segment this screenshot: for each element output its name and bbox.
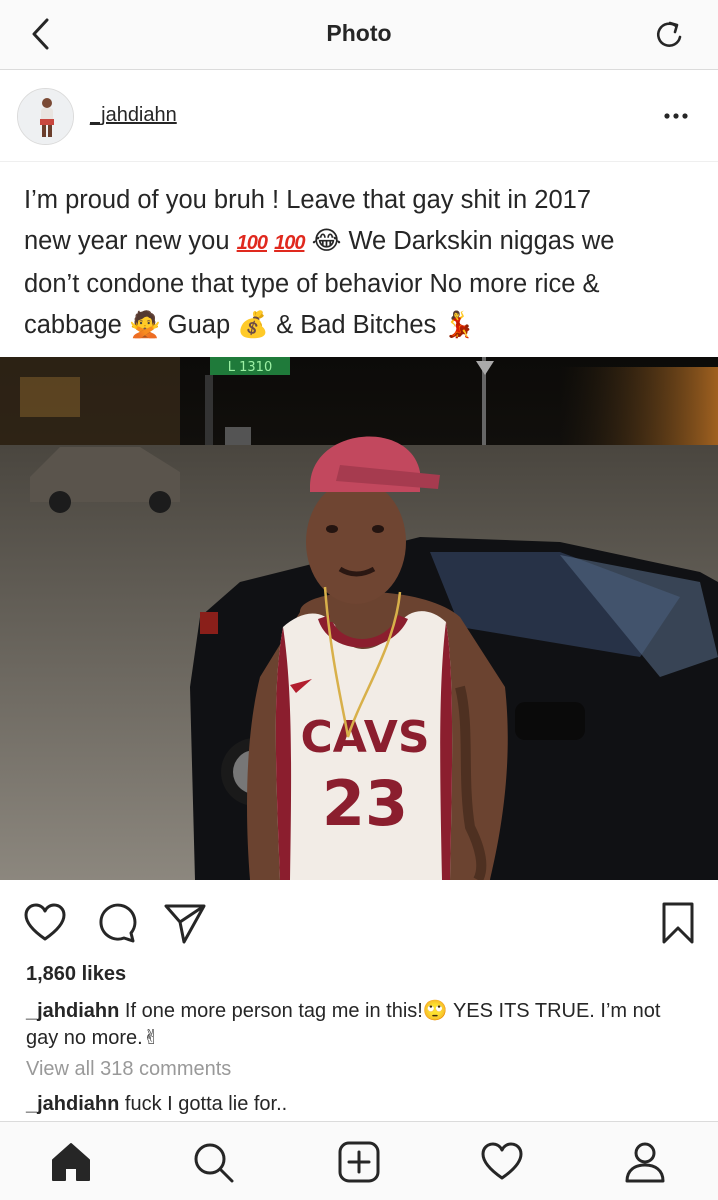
caption-line: We Darkskin niggas we (341, 227, 615, 255)
bookmark-icon[interactable] (655, 900, 701, 946)
more-horizontal-icon[interactable] (658, 101, 694, 131)
victory-hand-emoji-icon: ✌ (142, 1025, 160, 1049)
post-username[interactable]: _jahdiahn (90, 104, 177, 127)
caption-line: & Bad Bitches (269, 311, 444, 339)
post-photo[interactable]: L 1310 CAVS 23 (0, 357, 718, 880)
post-actions (0, 880, 718, 968)
paper-plane-icon[interactable] (162, 900, 208, 946)
top-nav-bar: Photo (0, 0, 718, 70)
comment-icon[interactable] (94, 900, 140, 946)
tears-of-joy-emoji-icon: 😂 (311, 226, 342, 256)
comment-text: fuck I gotta lie for.. (119, 1093, 288, 1115)
money-bag-emoji-icon: 💰 (237, 310, 270, 340)
refresh-icon[interactable] (650, 15, 690, 55)
home-icon[interactable] (48, 1139, 94, 1185)
post-photo-image: L 1310 CAVS 23 (0, 357, 718, 880)
jersey-number-text: 23 (322, 767, 408, 840)
comment: _jahdiahn If one more person tag me in t… (26, 997, 696, 1051)
comment: _jahdiahn fuck I gotta lie for.. (26, 1093, 287, 1116)
caption-line: new year new you (24, 227, 237, 255)
profile-icon[interactable] (622, 1139, 668, 1185)
page-title: Photo (326, 20, 392, 46)
gas-sign-text: L 1310 (228, 360, 272, 375)
bottom-tab-bar (0, 1121, 718, 1200)
heart-icon[interactable] (22, 900, 68, 946)
post-header: _jahdiahn (0, 71, 718, 162)
comment-username[interactable]: _jahdiahn (26, 1093, 119, 1115)
person-gesturing-no-emoji-icon: 🙅 (128, 310, 161, 340)
rolling-eyes-emoji-icon: 🙄 (422, 998, 448, 1022)
caption-line: Guap (160, 311, 238, 339)
caption-line: cabbage (24, 311, 129, 339)
jersey-team-text: CAVS (300, 712, 429, 763)
caption-line: I’m proud of you bruh ! Leave that gay s… (24, 186, 592, 214)
add-post-icon[interactable] (336, 1139, 382, 1185)
hundred-points-icon: 100 (236, 232, 268, 254)
dancer-emoji-icon: 💃 (443, 310, 476, 340)
comment-username[interactable]: _jahdiahn (26, 1000, 119, 1022)
hundred-points-icon: 100 (274, 232, 305, 254)
activity-heart-icon[interactable] (479, 1139, 525, 1185)
comment-text: If one more person tag me in this! (119, 1000, 423, 1022)
search-icon[interactable] (190, 1139, 236, 1185)
caption-line: don’t condone that type of behavior No m… (24, 270, 600, 298)
view-all-comments-link[interactable]: View all 318 comments (26, 1058, 231, 1081)
likes-count[interactable]: 1,860 likes (26, 963, 126, 986)
avatar[interactable] (17, 88, 74, 145)
avatar-image (18, 89, 73, 144)
post-caption: I’m proud of you bruh ! Leave that gay s… (0, 163, 718, 357)
